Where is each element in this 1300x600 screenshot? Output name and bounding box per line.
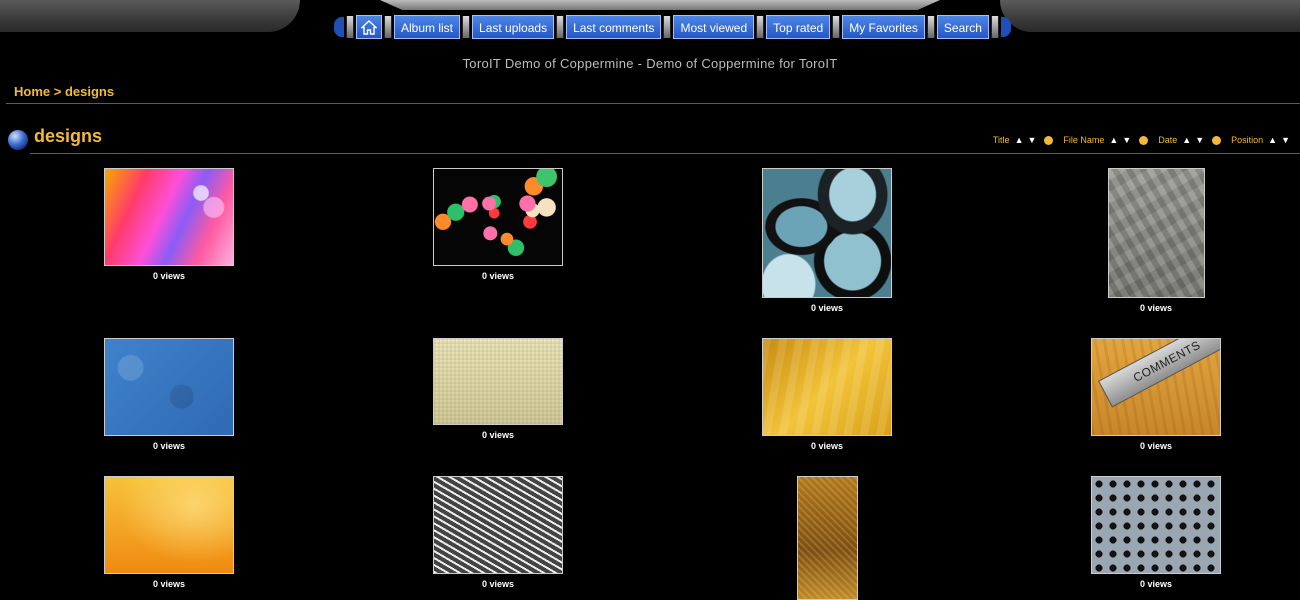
thumbnail-image[interactable]	[762, 338, 892, 436]
home-icon	[361, 19, 377, 35]
sort-date-asc-icon[interactable]: ▲	[1182, 135, 1191, 145]
nav-home-button[interactable]	[356, 15, 382, 39]
thumbnail-views: 0 views	[1139, 441, 1173, 451]
breadcrumb-current-link[interactable]: designs	[65, 84, 114, 99]
thumbnail-image[interactable]	[433, 168, 563, 266]
sort-date-desc-icon[interactable]: ▼	[1195, 135, 1204, 145]
sort-position-asc-icon[interactable]: ▲	[1268, 135, 1277, 145]
sort-controls: Title ▲ ▼ File Name ▲ ▼ Date ▲ ▼ Positio…	[989, 135, 1292, 145]
sort-filename-asc-icon[interactable]: ▲	[1109, 135, 1118, 145]
nav-separator	[346, 16, 354, 38]
sort-title-label[interactable]: Title	[993, 135, 1010, 145]
sort-position-desc-icon[interactable]: ▼	[1281, 135, 1290, 145]
sort-date-label[interactable]: Date	[1158, 135, 1177, 145]
thumbnail-views: 0 views	[481, 430, 515, 440]
thumbnail-image[interactable]: COMMENTS	[1091, 338, 1221, 436]
top-band-right	[1000, 0, 1300, 32]
thumbnail-image[interactable]	[762, 168, 892, 298]
top-center-bevel	[380, 0, 940, 10]
sort-separator-dot	[1139, 135, 1149, 145]
nav-cap-left	[334, 17, 344, 37]
breadcrumb-separator: >	[50, 84, 65, 99]
nav-cap-right	[1000, 17, 1011, 37]
thumbnail-views: 0 views	[152, 441, 186, 451]
thumbnail-image[interactable]	[433, 338, 563, 425]
comments-plate-text: COMMENTS	[1130, 338, 1203, 385]
album-header: designs Title ▲ ▼ File Name ▲ ▼ Date ▲ ▼…	[6, 126, 1300, 154]
album-header-divider	[30, 153, 1300, 154]
site-title: ToroIT Demo of Coppermine - Demo of Copp…	[462, 56, 838, 71]
nav-separator	[926, 16, 935, 38]
thumbnail-image[interactable]	[797, 476, 858, 600]
nav-separator	[990, 16, 999, 38]
album-title: designs	[34, 126, 103, 146]
sort-title-asc-icon[interactable]: ▲	[1015, 135, 1024, 145]
breadcrumb-home-link[interactable]: Home	[14, 84, 50, 99]
sort-title-desc-icon[interactable]: ▼	[1027, 135, 1036, 145]
thumbnail-image[interactable]	[433, 476, 563, 574]
main-nav: Album list Last uploads Last comments Mo…	[334, 14, 1011, 40]
sort-separator-dot	[1212, 135, 1222, 145]
nav-separator	[462, 16, 471, 38]
breadcrumb: Home > designs	[14, 84, 114, 99]
thumbnail-image[interactable]	[1108, 168, 1205, 298]
nav-last-uploads[interactable]: Last uploads	[472, 15, 555, 39]
sort-position-label[interactable]: Position	[1231, 135, 1263, 145]
thumbnail-views: 0 views	[481, 579, 515, 589]
nav-top-rated[interactable]: Top rated	[766, 15, 831, 39]
nav-search[interactable]: Search	[936, 15, 989, 39]
thumbnail-views: 0 views	[152, 271, 186, 281]
nav-my-favorites[interactable]: My Favorites	[842, 15, 925, 39]
top-band-left	[0, 0, 300, 32]
nav-separator	[556, 16, 565, 38]
thumbnail-views: 0 views	[1139, 303, 1173, 313]
thumbnail-image[interactable]	[104, 168, 234, 266]
thumbnail-views: 0 views	[1139, 579, 1173, 589]
nav-separator	[756, 16, 765, 38]
album-ball-icon	[8, 130, 28, 150]
nav-separator	[384, 16, 392, 38]
thumbnail-image[interactable]	[104, 338, 234, 436]
thumbnail-views: 0 views	[810, 303, 844, 313]
thumbnail-views: 0 views	[810, 441, 844, 451]
sort-filename-label[interactable]: File Name	[1063, 135, 1104, 145]
sort-filename-desc-icon[interactable]: ▼	[1122, 135, 1131, 145]
thumbnail-image[interactable]	[104, 476, 234, 574]
nav-separator	[832, 16, 841, 38]
thumbnail-image[interactable]	[1091, 476, 1221, 574]
thumbnail-views: 0 views	[481, 271, 515, 281]
sort-separator-dot	[1044, 135, 1054, 145]
nav-separator	[663, 16, 672, 38]
thumbnail-views: 0 views	[152, 579, 186, 589]
nav-most-viewed[interactable]: Most viewed	[673, 15, 755, 39]
comments-plate: COMMENTS	[1098, 338, 1220, 408]
breadcrumb-divider	[6, 103, 1300, 104]
nav-last-comments[interactable]: Last comments	[566, 15, 662, 39]
nav-album-list[interactable]: Album list	[394, 15, 461, 39]
